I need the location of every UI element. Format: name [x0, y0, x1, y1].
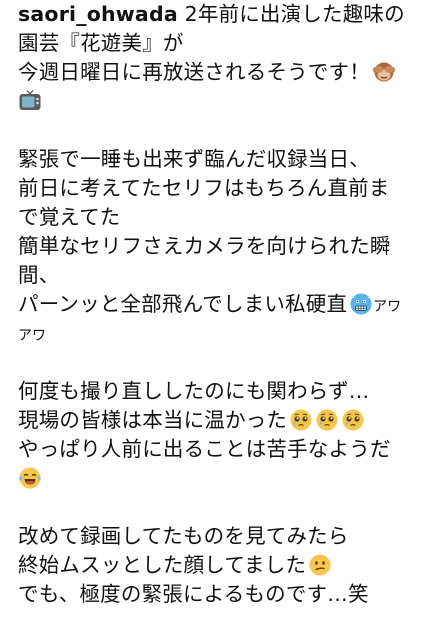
caption-text: やっぱり人前に出ることは苦手なようだ — [18, 437, 391, 461]
pleading-face-icon — [315, 408, 339, 432]
post-caption: saori_ohwada 2年前に出演した趣味の 園芸『花遊美』が 今週日曜日に… — [18, 0, 428, 609]
cold-face-icon — [349, 292, 373, 316]
caption-text: 今週日曜日に再放送されるそうです！ — [18, 60, 370, 84]
caption-text: 2年前に出演した趣味の — [177, 2, 405, 26]
caption-text: で覚えてた — [18, 205, 121, 229]
caption-text: 前日に考えてたセリフはもちろん直前ま — [18, 176, 390, 200]
caption-text: 改めて録画してたものを見てみたら — [18, 524, 349, 548]
caption-line: でも、極度の緊張によるものです…笑 — [18, 580, 428, 609]
caption-text: アワ — [18, 328, 46, 344]
caption-line: 改めて録画してたものを見てみたら — [18, 522, 428, 551]
caption-line: 現場の皆様は本当に温かった — [18, 406, 428, 435]
caption-text: 現場の皆様は本当に温かった — [18, 408, 288, 432]
caption-text: 終始ムスッとした顔してました — [18, 553, 307, 577]
caption-line: 間、 — [18, 261, 428, 290]
caption-line: 園芸『花遊美』が — [18, 29, 428, 58]
caption-line — [18, 464, 428, 493]
caption-line: で覚えてた — [18, 203, 428, 232]
television-icon — [18, 89, 42, 113]
pleading-face-icon — [341, 408, 365, 432]
caption-line: 緊張で一睡も出来ず臨んだ収録当日、 — [18, 145, 428, 174]
caption-text: でも、極度の緊張によるものです…笑 — [18, 582, 369, 606]
caption-text: 緊張で一睡も出来ず臨んだ収録当日、 — [18, 147, 370, 171]
caption-text: 園芸『花遊美』が — [18, 31, 184, 55]
caption-line: 前日に考えてたセリフはもちろん直前ま — [18, 174, 428, 203]
caption-line: アワ — [18, 319, 428, 348]
caption-line: 今週日曜日に再放送されるそうです！ — [18, 58, 428, 87]
confused-face-icon — [308, 553, 332, 577]
caption-text: 何度も撮り直ししたのにも関わらず… — [18, 379, 370, 403]
caption-line: 終始ムスッとした顔してました — [18, 551, 428, 580]
username-link[interactable]: saori_ohwada — [18, 2, 178, 26]
caption-line: パーンッと全部飛んでしまい私硬直 アワ — [18, 290, 428, 319]
see-no-evil-monkey-icon — [372, 60, 396, 84]
caption-text: パーンッと全部飛んでしまい私硬直 — [18, 292, 348, 316]
caption-text: アワ — [373, 299, 402, 315]
caption-line: saori_ohwada 2年前に出演した趣味の — [18, 0, 428, 29]
tears-of-joy-icon — [18, 466, 42, 490]
caption-text: 間、 — [18, 263, 60, 287]
pleading-face-icon — [289, 408, 313, 432]
caption-line: 何度も撮り直ししたのにも関わらず… — [18, 377, 428, 406]
caption-line: 簡単なセリフさえカメラを向けられた瞬 — [18, 232, 428, 261]
caption-text: 簡単なセリフさえカメラを向けられた瞬 — [18, 234, 391, 258]
caption-line: やっぱり人前に出ることは苦手なようだ — [18, 435, 428, 464]
caption-line — [18, 87, 428, 116]
